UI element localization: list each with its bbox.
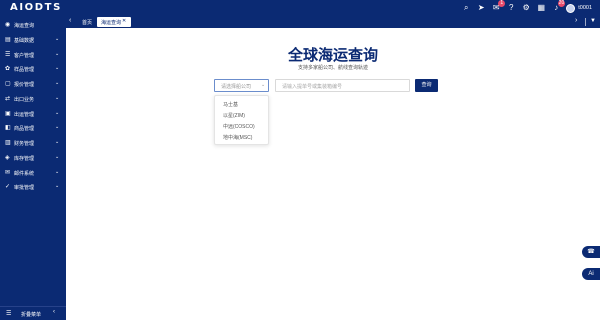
divider <box>585 18 586 26</box>
tab-bar: ‹ 首页 海运查询 ✕ › ▼ <box>66 16 600 28</box>
inventory-icon: ◈ <box>5 155 10 161</box>
carrier-select[interactable]: 请选择船公司 ⌄ <box>214 79 269 92</box>
sidebar-item-label: 样品管理 <box>14 67 35 73</box>
settings-icon[interactable]: ⚙ <box>521 3 531 13</box>
chevron-left-icon: ‹ <box>53 309 55 315</box>
collapse-menu-label: 折叠菜单 <box>21 312 42 318</box>
chevron-down-icon: ⌄ <box>55 154 60 160</box>
chevron-down-icon: ⌄ <box>55 139 60 145</box>
finance-icon: ▥ <box>5 140 11 146</box>
sidebar-item-finance[interactable]: ▥ 财务管理 ⌄ <box>0 137 66 149</box>
sidebar-item-mail[interactable]: ✉ 邮件系统 ⌄ <box>0 167 66 179</box>
sidebar-item-label: 客户管理 <box>14 53 35 59</box>
username[interactable]: t0001 <box>578 5 592 11</box>
tracking-number-placeholder: 请输入提单号或集装箱编号 <box>282 84 343 90</box>
ship-icon: ◉ <box>5 22 11 28</box>
chat-icon: ☎ <box>587 249 595 255</box>
goods-icon: ◧ <box>5 125 11 131</box>
carrier-select-placeholder: 请选择船公司 <box>221 84 252 90</box>
carrier-option[interactable]: 中远(COSCO) <box>223 123 255 130</box>
carrier-dropdown: 马士基 以星(ZIM) 中远(COSCO) 地中海(MSC) <box>214 95 269 145</box>
sidebar: ◉ 海运查询 ▤ 基础数据 ⌄ ☰ 客户管理 ⌄ ✿ 样品管理 ⌄ ▢ 报价管理… <box>0 16 66 320</box>
search-button[interactable]: 查询 <box>415 79 438 92</box>
chevron-down-icon: ⌄ <box>55 183 60 189</box>
carrier-option[interactable]: 马士基 <box>223 101 238 108</box>
search-icon[interactable]: ⌕ <box>461 3 471 13</box>
chevron-down-icon: ⌄ <box>55 51 60 57</box>
sidebar-item-label: 出口业务 <box>14 97 35 103</box>
sidebar-item-quotes[interactable]: ▢ 报价管理 ⌄ <box>0 78 66 90</box>
ai-label: Ai <box>588 271 594 277</box>
chevron-down-icon: ⌄ <box>261 82 266 88</box>
grid-icon[interactable]: ▦ <box>536 3 546 13</box>
help-icon[interactable]: ? <box>506 3 516 13</box>
sidebar-item-shipping-query[interactable]: ◉ 海运查询 <box>0 19 66 31</box>
chevron-down-icon: ⌄ <box>55 95 60 101</box>
chevron-down-icon: ⌄ <box>55 110 60 116</box>
carrier-option[interactable]: 地中海(MSC) <box>223 134 252 141</box>
quote-icon: ▢ <box>5 81 11 87</box>
chevron-down-icon: ⌄ <box>55 169 60 175</box>
export-icon: ⇄ <box>5 96 11 102</box>
collapse-menu-button[interactable]: ☰ 折叠菜单 ‹ <box>0 306 66 320</box>
sidebar-item-label: 审批管理 <box>14 185 35 191</box>
customer-service-button[interactable]: ☎ <box>582 246 600 258</box>
sidebar-item-goods[interactable]: ◧ 商品管理 ⌄ <box>0 122 66 134</box>
message-badge: 1 <box>498 0 506 7</box>
bell-icon[interactable]: ♪ 20 <box>551 0 566 13</box>
sidebar-item-inventory[interactable]: ◈ 库存管理 ⌄ <box>0 152 66 164</box>
tab-shipping-query[interactable]: 海运查询 ✕ <box>97 17 131 27</box>
page-title: 全球海运查询 <box>287 46 378 64</box>
sidebar-item-export[interactable]: ⇄ 出口业务 ⌄ <box>0 93 66 105</box>
close-icon[interactable]: ✕ <box>122 18 126 24</box>
database-icon: ▤ <box>5 37 11 43</box>
sidebar-item-customers[interactable]: ☰ 客户管理 ⌄ <box>0 49 66 61</box>
top-bar: AIODTS ⌕ ➤ ✉ 1 ? ⚙ ▦ ♪ 20 t0001 <box>0 0 600 16</box>
avatar[interactable] <box>566 3 576 13</box>
sidebar-item-label: 报价管理 <box>14 82 35 88</box>
carrier-option[interactable]: 以星(ZIM) <box>223 112 245 119</box>
tracking-number-input[interactable]: 请输入提单号或集装箱编号 <box>275 79 410 92</box>
chevron-down-icon: ⌄ <box>55 80 60 86</box>
message-icon[interactable]: ✉ 1 <box>491 0 506 13</box>
app-logo[interactable]: AIODTS <box>10 2 62 13</box>
chevron-down-icon: ⌄ <box>55 36 60 42</box>
sidebar-item-shipment[interactable]: ▣ 出运管理 ⌄ <box>0 108 66 120</box>
chevron-down-icon: ⌄ <box>55 124 60 130</box>
sidebar-item-label: 基础数据 <box>14 38 35 44</box>
chevron-down-icon: ⌄ <box>55 65 60 71</box>
sidebar-item-label: 出运管理 <box>14 112 35 118</box>
mail-icon: ✉ <box>5 170 11 176</box>
sidebar-item-label: 库存管理 <box>14 156 35 162</box>
tab-home[interactable]: 首页 <box>82 19 92 26</box>
sidebar-item-label: 邮件系统 <box>14 171 35 177</box>
tab-label: 海运查询 <box>101 20 122 26</box>
page-subtitle: 支持多家船公司、航线查询轨迹 <box>297 65 368 71</box>
sidebar-item-basic-data[interactable]: ▤ 基础数据 ⌄ <box>0 34 66 46</box>
sidebar-item-label: 商品管理 <box>14 126 35 132</box>
sidebar-item-approval[interactable]: ✓ 审批管理 ⌄ <box>0 181 66 193</box>
ai-assistant-button[interactable]: Ai <box>582 268 600 280</box>
chevron-left-icon[interactable]: ‹ <box>69 17 71 24</box>
sidebar-item-label: 海运查询 <box>14 23 35 29</box>
sidebar-item-samples[interactable]: ✿ 样品管理 ⌄ <box>0 63 66 75</box>
approval-icon: ✓ <box>5 184 11 190</box>
menu-icon: ☰ <box>6 311 12 317</box>
caret-down-icon[interactable]: ▼ <box>590 18 596 24</box>
customer-icon: ☰ <box>5 52 11 58</box>
sample-icon: ✿ <box>5 66 11 72</box>
sidebar-item-label: 财务管理 <box>14 141 35 147</box>
top-icons: ⌕ ➤ ✉ 1 ? ⚙ ▦ ♪ 20 t0001 <box>461 0 592 14</box>
shipment-icon: ▣ <box>5 111 11 117</box>
notification-badge: 20 <box>557 0 566 7</box>
chevron-right-icon[interactable]: › <box>575 17 577 24</box>
send-icon[interactable]: ➤ <box>476 3 486 13</box>
